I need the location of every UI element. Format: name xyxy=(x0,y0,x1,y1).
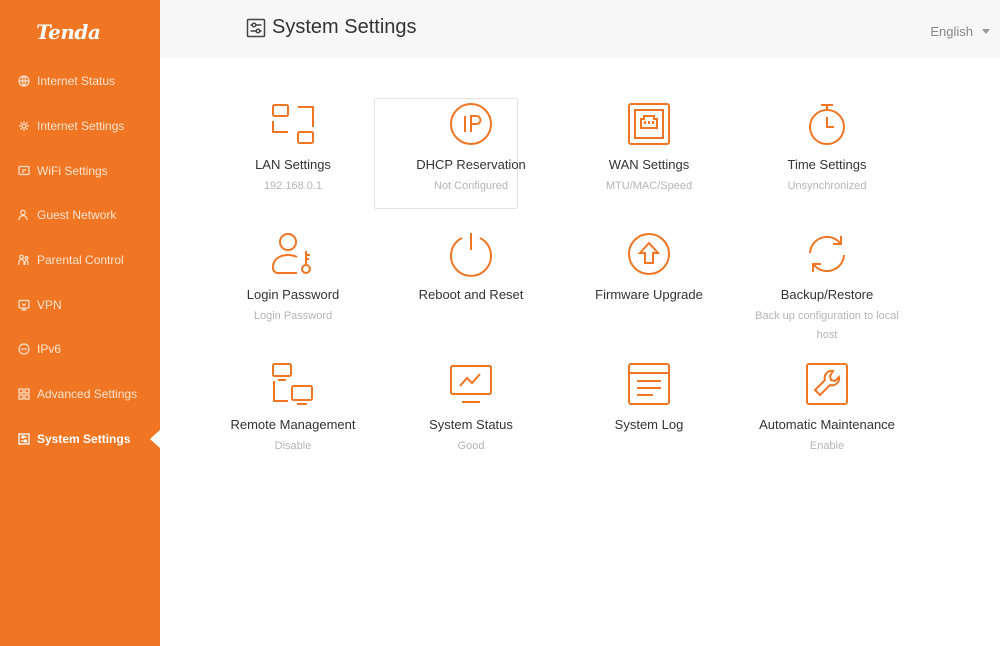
settings-grid: LAN Settings 192.168.0.1 DHCP Reservatio… xyxy=(204,92,916,482)
tile-subtext: Login Password xyxy=(253,310,333,322)
tile-dhcp-reservation[interactable]: DHCP Reservation Not Configured xyxy=(382,92,560,222)
sidebar-item-label: IPv6 xyxy=(37,342,62,357)
globe-icon xyxy=(18,75,30,87)
sidebar-item-internet-status[interactable]: Internet Status xyxy=(0,59,160,104)
gear-icon xyxy=(18,120,30,132)
refresh-icon xyxy=(809,235,845,273)
tile-remote-management[interactable]: Remote Management Disable xyxy=(204,352,382,482)
log-icon xyxy=(628,363,670,405)
tile-label: Time Settings xyxy=(787,157,867,172)
sidebar-item-internet-settings[interactable]: Internet Settings xyxy=(0,104,160,149)
remote-icon xyxy=(272,363,313,405)
tile-time-settings[interactable]: Time Settings Unsynchronized xyxy=(738,92,916,222)
tile-label: System Log xyxy=(614,417,684,432)
language-select[interactable]: English xyxy=(930,24,990,39)
tile-subtext: MTU/MAC/Speed xyxy=(605,180,693,192)
page-title-text: System Settings xyxy=(272,16,417,38)
sidebar-item-vpn[interactable]: VPN xyxy=(0,282,160,327)
tile-firmware-upgrade[interactable]: Firmware Upgrade xyxy=(560,222,738,352)
tile-label: System Status xyxy=(429,417,513,432)
wifi-icon xyxy=(18,165,30,177)
sidebar-item-wifi-settings[interactable]: WiFi Settings xyxy=(0,148,160,193)
sidebar-item-label: Internet Settings xyxy=(37,119,125,134)
tile-subtext: Not Configured xyxy=(434,180,508,192)
tile-label: WAN Settings xyxy=(608,157,690,172)
tile-subtext: Enable xyxy=(809,440,845,452)
tile-label: Backup/Restore xyxy=(780,287,874,302)
grid-icon xyxy=(18,388,30,400)
tile-subtext: 192.168.0.1 xyxy=(263,180,323,192)
tile-subtext: Disable xyxy=(274,440,312,452)
tile-subtext: Good xyxy=(457,440,485,452)
sidebar-item-label: Internet Status xyxy=(37,74,116,89)
upgrade-icon xyxy=(628,233,670,275)
sidebar: Tenda Internet Status Internet Settings … xyxy=(0,0,160,646)
tile-backup-restore[interactable]: Backup/Restore Back up configuration to … xyxy=(738,222,916,352)
tenda-logo: Tenda xyxy=(36,20,101,44)
wrench-icon xyxy=(806,363,848,405)
sidebar-nav: Internet Status Internet Settings WiFi S… xyxy=(0,59,160,461)
settings-panel-icon xyxy=(246,18,266,37)
page-title: System Settings xyxy=(246,16,417,39)
tile-subtext: Back up configuration to local host xyxy=(755,310,899,341)
tile-label: Remote Management xyxy=(230,417,356,432)
tile-system-status[interactable]: System Status Good xyxy=(382,352,560,482)
tile-label: LAN Settings xyxy=(255,157,331,172)
tile-system-log[interactable]: System Log xyxy=(560,352,738,482)
tile-lan-settings[interactable]: LAN Settings 192.168.0.1 xyxy=(204,92,382,222)
power-icon xyxy=(450,233,492,277)
settings-panel-icon xyxy=(18,433,30,445)
language-value: English xyxy=(930,24,973,39)
monitor-icon xyxy=(450,365,492,403)
tile-label: Automatic Maintenance xyxy=(759,417,895,432)
vpn-icon xyxy=(18,299,30,311)
sidebar-item-label: Parental Control xyxy=(37,253,124,268)
tile-label: Reboot and Reset xyxy=(418,287,524,302)
tile-subtext: Unsynchronized xyxy=(787,180,867,192)
lan-icon xyxy=(272,104,314,144)
parental-icon xyxy=(18,254,30,266)
tile-wan-settings[interactable]: WAN Settings MTU/MAC/Speed xyxy=(560,92,738,222)
sidebar-item-system-settings[interactable]: System Settings xyxy=(0,417,160,462)
sidebar-item-label: System Settings xyxy=(37,431,131,446)
ip-icon xyxy=(450,103,492,145)
stopwatch-icon xyxy=(809,104,845,145)
sidebar-item-guest-network[interactable]: Guest Network xyxy=(0,193,160,238)
tile-label: Login Password xyxy=(246,287,340,302)
sidebar-item-advanced-settings[interactable]: Advanced Settings xyxy=(0,372,160,417)
ethernet-port-icon xyxy=(628,103,670,145)
ipv6-icon xyxy=(18,343,30,356)
sidebar-item-parental-control[interactable]: Parental Control xyxy=(0,238,160,283)
tile-login-password[interactable]: Login Password Login Password xyxy=(204,222,382,352)
chevron-down-icon xyxy=(982,29,990,34)
page-header: System Settings English xyxy=(160,0,1000,58)
tile-label: DHCP Reservation xyxy=(416,157,526,172)
user-key-icon xyxy=(272,233,311,274)
tile-label: Firmware Upgrade xyxy=(595,287,703,302)
sidebar-item-label: WiFi Settings xyxy=(37,163,108,178)
sidebar-item-label: Advanced Settings xyxy=(37,387,138,402)
sidebar-item-label: VPN xyxy=(37,297,62,312)
guest-icon xyxy=(18,209,30,221)
tile-automatic-maintenance[interactable]: Automatic Maintenance Enable xyxy=(738,352,916,482)
sidebar-item-ipv6[interactable]: IPv6 xyxy=(0,327,160,372)
tile-reboot-and-reset[interactable]: Reboot and Reset xyxy=(382,222,560,352)
sidebar-item-label: Guest Network xyxy=(37,208,117,223)
